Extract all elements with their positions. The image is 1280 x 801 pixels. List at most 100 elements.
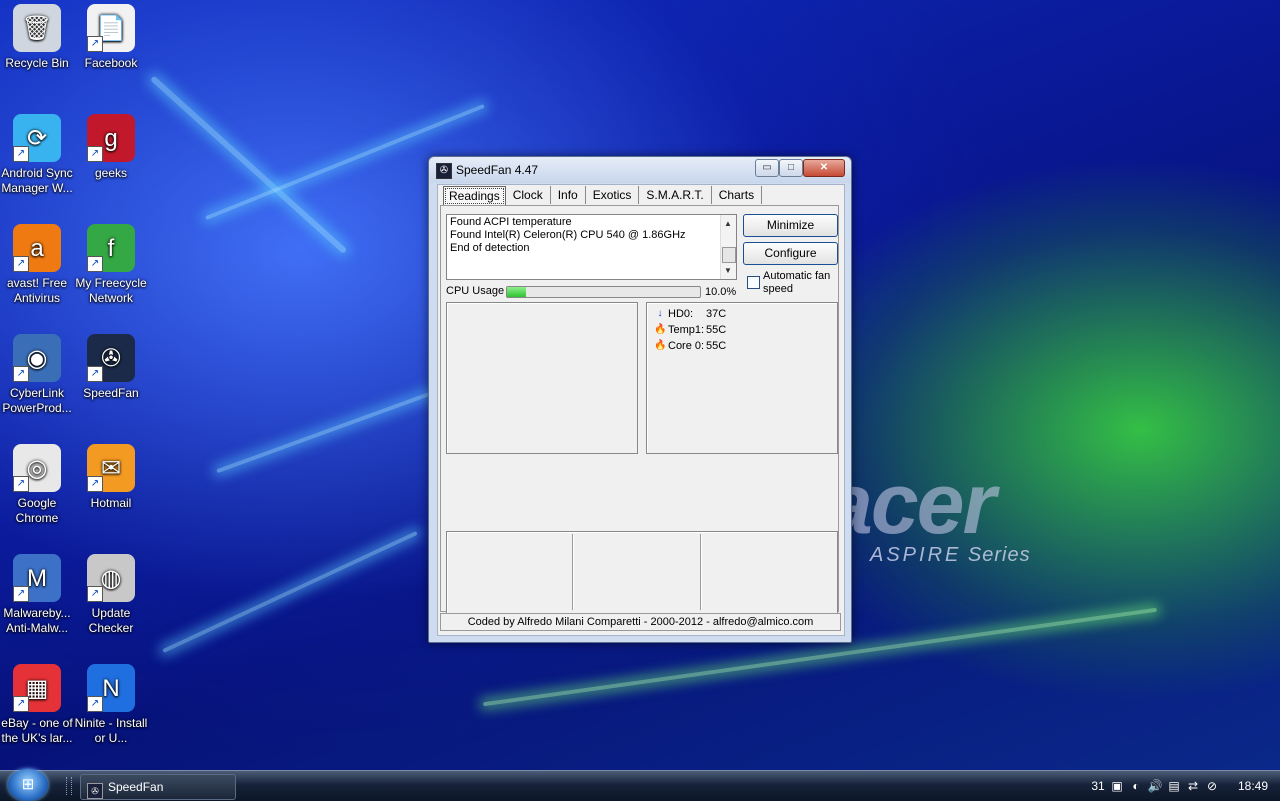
cpu-usage-bar: [506, 286, 701, 298]
log-line: End of detection: [450, 242, 530, 254]
desktop-icon-label: Hotmail: [90, 496, 132, 510]
taskbar: ⊞ ✇ SpeedFan 31 ▣ ◐ 🔊 ▤ ⇄ ⊘ 18:49: [0, 769, 1280, 801]
system-tray: 31 ▣ ◐ 🔊 ▤ ⇄ ⊘: [1090, 776, 1220, 796]
status-bar: Coded by Alfredo Milani Comparetti - 200…: [440, 613, 841, 631]
tray-icon[interactable]: ⇄: [1185, 778, 1201, 794]
desktop-icon[interactable]: ◎ ↗ Google Chrome: [0, 444, 77, 526]
shortcut-arrow-icon: ↗: [87, 256, 103, 272]
desktop-icon[interactable]: g ↗ geeks: [71, 114, 151, 181]
shortcut-arrow-icon: ↗: [87, 36, 103, 52]
desktop-icon[interactable]: f ↗ My Freecycle Network: [71, 224, 151, 306]
tab-clock[interactable]: Clock: [506, 186, 551, 204]
arrow-down-icon: ↓: [657, 308, 663, 319]
log-scrollbar[interactable]: ▲ ▼: [720, 215, 736, 279]
tab-exotics[interactable]: Exotics: [586, 186, 640, 204]
desktop-icon-image: a ↗: [13, 224, 61, 272]
title-bar[interactable]: ✇ SpeedFan 4.47 ▭ □ ✕: [429, 157, 851, 183]
desktop-icon[interactable]: ▦ ↗ eBay - one of the UK's lar...: [0, 664, 77, 746]
close-window-button[interactable]: ✕: [803, 159, 845, 177]
desktop-icon-label: SpeedFan: [83, 386, 139, 400]
desktop-icon[interactable]: ✉ ↗ Hotmail: [71, 444, 151, 511]
scroll-up-icon[interactable]: ▲: [724, 217, 732, 230]
configure-button[interactable]: Configure: [743, 242, 838, 265]
fan-speeds-panel: [446, 302, 638, 454]
reading-name: Temp1:: [668, 324, 705, 336]
shortcut-arrow-icon: ↗: [13, 256, 29, 272]
maximize-window-button[interactable]: □: [779, 159, 803, 177]
clock[interactable]: 18:49: [1233, 771, 1273, 801]
desktop-icon-label: CyberLink PowerProd...: [2, 386, 72, 415]
tray-icon[interactable]: ◐: [1128, 778, 1144, 794]
detection-log[interactable]: Found ACPI temperature Found Intel(R) Ce…: [446, 214, 737, 280]
minimize-button[interactable]: Minimize: [743, 214, 838, 237]
tab-readings[interactable]: Readings: [443, 186, 506, 206]
speedfan-app-icon[interactable]: ✇: [436, 163, 452, 179]
desktop-icon-label: My Freecycle Network: [75, 276, 147, 305]
speedfan-icon: ✇: [87, 783, 103, 799]
desktop-icon[interactable]: ⟳ ↗ Android Sync Manager W...: [0, 114, 77, 196]
shortcut-arrow-icon: ↗: [13, 146, 29, 162]
desktop-icon-image: ⟳ ↗: [13, 114, 61, 162]
reading-name: HD0:: [668, 308, 694, 320]
desktop-icon-image: ◉ ↗: [13, 334, 61, 382]
automatic-fan-speed-checkbox[interactable]: [747, 276, 760, 289]
flame-icon: 🔥: [654, 324, 667, 335]
desktop-icon[interactable]: ◉ ↗ CyberLink PowerProd...: [0, 334, 77, 416]
tab-charts[interactable]: Charts: [712, 186, 763, 204]
minimize-window-button[interactable]: ▭: [755, 159, 779, 177]
taskbar-item-speedfan[interactable]: ✇ SpeedFan: [80, 774, 236, 800]
desktop-icon[interactable]: a ↗ avast! Free Antivirus: [0, 224, 77, 306]
scroll-down-icon[interactable]: ▼: [724, 264, 732, 277]
start-button[interactable]: ⊞: [8, 769, 48, 801]
reading-hd0: ↓ HD0: 37C: [654, 307, 727, 321]
desktop-icon-image: g ↗: [87, 114, 135, 162]
window-client: Readings Clock Info Exotics S.M.A.R.T. C…: [437, 184, 845, 636]
tab-info[interactable]: Info: [551, 186, 586, 204]
tray-icon[interactable]: 31: [1090, 778, 1106, 794]
temperatures-panel: ↓ HD0: 37C 🔥 Temp1: 55C 🔥 Core 0: 55C: [646, 302, 838, 454]
taskbar-item-label: SpeedFan: [108, 780, 164, 794]
log-line: Found Intel(R) Celeron(R) CPU 540 @ 1.86…: [450, 229, 686, 241]
desktop-icon[interactable]: M ↗ Malwareby... Anti-Malw...: [0, 554, 77, 636]
desktop-icon-label: Malwareby... Anti-Malw...: [3, 606, 71, 635]
desktop-icon-label: Recycle Bin: [5, 56, 69, 70]
desktop-icon-image: 📄 ↗: [87, 4, 135, 52]
desktop-icon-label: eBay - one of the UK's lar...: [1, 716, 73, 745]
cpu-usage-value: 10.0%: [705, 286, 737, 298]
wallpaper-series: ASPIRE Series: [870, 544, 1031, 566]
reading-value: 55C: [706, 340, 727, 352]
scroll-thumb[interactable]: [722, 247, 736, 263]
tray-icon[interactable]: ▣: [1109, 778, 1125, 794]
desktop-icon[interactable]: N ↗ Ninite - Install or U...: [71, 664, 151, 746]
tab-smart[interactable]: S.M.A.R.T.: [639, 186, 712, 204]
reading-name: Core 0:: [668, 340, 705, 352]
desktop-icon-label: Google Chrome: [15, 496, 59, 525]
voltages-panel: [446, 531, 838, 616]
desktop-icon-label: Android Sync Manager W...: [1, 166, 73, 195]
desktop-icon[interactable]: 📄 ↗ Facebook: [71, 4, 151, 71]
desktop-icon-label: avast! Free Antivirus: [6, 276, 68, 305]
shortcut-arrow-icon: ↗: [87, 586, 103, 602]
desktop-icon[interactable]: ✇ ↗ SpeedFan: [71, 334, 151, 401]
shortcut-arrow-icon: ↗: [13, 476, 29, 492]
desktop-icon[interactable]: 🗑 Recycle Bin: [0, 4, 77, 71]
tray-icon[interactable]: ▤: [1166, 778, 1182, 794]
desktop-icon-image: ◍ ↗: [87, 554, 135, 602]
automatic-fan-speed-label[interactable]: Automatic fan speed: [763, 270, 843, 296]
panel-divider: [700, 534, 701, 610]
shortcut-arrow-icon: ↗: [13, 366, 29, 382]
tab-strip: Readings Clock Info Exotics S.M.A.R.T. C…: [440, 186, 763, 206]
cpu-usage-bar-fill: [507, 287, 527, 297]
desktop-icon[interactable]: ◍ ↗ Update Checker: [71, 554, 151, 636]
window-title: SpeedFan 4.47: [456, 163, 539, 177]
taskbar-grip[interactable]: [66, 777, 72, 795]
desktop-icon-label: Update Checker: [88, 606, 134, 635]
readings-pane: Found ACPI temperature Found Intel(R) Ce…: [440, 205, 839, 616]
shortcut-arrow-icon: ↗: [87, 366, 103, 382]
tray-icon[interactable]: ⊘: [1204, 778, 1220, 794]
shortcut-arrow-icon: ↗: [13, 586, 29, 602]
desktop-icon-image: ✇ ↗: [87, 334, 135, 382]
flame-icon: 🔥: [654, 340, 667, 351]
tray-icon[interactable]: 🔊: [1147, 778, 1163, 794]
speedfan-window[interactable]: ✇ SpeedFan 4.47 ▭ □ ✕ Readings Clock Inf…: [428, 156, 852, 643]
